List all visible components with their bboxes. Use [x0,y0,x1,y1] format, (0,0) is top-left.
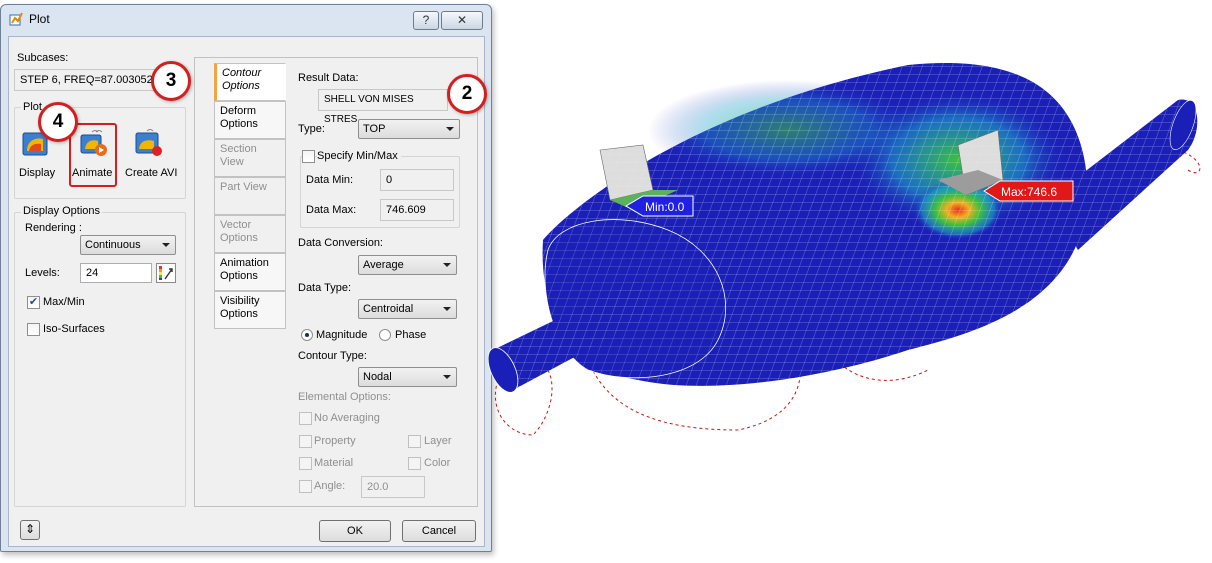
type-dropdown-value: TOP [363,123,386,135]
type-label: Type: [298,123,325,135]
magnitude-label: Magnitude [316,329,368,341]
material-checkbox[interactable] [299,457,312,470]
dialog-client-area: Subcases: STEP 6, FREQ=87.003052 Plot Di… [8,36,485,547]
contour-type-label: Contour Type: [298,350,367,362]
angle-checkbox[interactable] [299,480,312,493]
expand-collapse-button[interactable]: ⇕ [20,520,40,540]
display-label[interactable]: Display [19,167,55,179]
chevron-down-icon [162,243,170,247]
elemental-options-label: Elemental Options: [298,391,391,403]
data-conversion-dropdown[interactable]: Average [358,255,457,275]
material-label: Material [314,457,354,469]
data-type-label: Data Type: [298,282,351,294]
fea-model-viewport[interactable]: Min:0.0 Max:746.6 [488,50,1208,460]
callout-3: 3 [151,61,191,101]
window-title: Plot [29,12,50,26]
maxmin-checkbox[interactable]: ✔ [27,296,40,309]
angle-field: 20.0 [361,476,425,498]
muffler-body [542,63,1088,386]
levels-input[interactable]: 24 [80,263,152,283]
cancel-button[interactable]: Cancel [402,520,476,542]
plot-dialog: Plot ? ✕ Subcases: STEP 6, FREQ=87.00305… [0,4,492,552]
iso-surfaces-label: Iso-Surfaces [43,323,105,335]
plot-app-icon [9,12,23,26]
data-conversion-label: Data Conversion: [298,237,383,249]
min-label: Min:0.0 [645,200,685,214]
iso-surfaces-checkbox[interactable] [27,323,40,336]
help-button[interactable]: ? [413,11,439,30]
data-min-field: 0 [380,169,454,191]
tab-vector-options[interactable]: Vector Options [214,215,286,253]
chevron-down-icon [446,127,454,131]
no-averaging-label: No Averaging [314,412,380,424]
ok-button[interactable]: OK [319,520,391,542]
animate-icon[interactable] [78,129,108,159]
animate-label[interactable]: Animate [72,167,112,179]
callout-4: 4 [38,102,78,142]
data-max-label: Data Max: [306,204,357,216]
tab-section-view[interactable]: Section View [214,139,286,177]
tab-animation-options[interactable]: Animation Options [214,253,286,291]
display-options-group [14,212,186,507]
chevron-down-icon [443,307,451,311]
property-label: Property [314,435,356,447]
chevron-down-icon [443,263,451,267]
rendering-dropdown-value: Continuous [85,239,141,251]
layer-label: Layer [424,435,452,447]
contour-type-dropdown-value: Nodal [363,371,392,383]
max-label: Max:746.6 [1001,185,1057,199]
subcases-label: Subcases: [17,52,69,64]
display-options-label: Display Options [21,205,103,217]
result-data-field[interactable]: SHELL VON MISES STRES [318,89,448,125]
tab-visibility-options[interactable]: Visibility Options [214,291,286,329]
data-type-dropdown[interactable]: Centroidal [358,299,457,319]
color-label: Color [424,457,451,469]
tab-contour-options[interactable]: Contour Options [214,63,286,101]
callout-2: 2 [447,74,487,114]
max-marker: Max:746.6 [983,180,1074,202]
color-levels-icon[interactable] [156,263,176,283]
layer-checkbox[interactable] [408,435,421,448]
maxmin-label: Max/Min [43,296,85,308]
tab-deform-options[interactable]: Deform Options [214,101,286,139]
angle-label: Angle: [314,480,346,492]
phase-label: Phase [395,329,427,341]
contour-type-dropdown[interactable]: Nodal [358,367,457,387]
specify-minmax-checkbox[interactable] [302,150,315,163]
type-dropdown[interactable]: TOP [358,119,460,139]
phase-radio[interactable] [379,329,391,341]
create-avi-label[interactable]: Create AVI [125,167,177,179]
data-type-dropdown-value: Centroidal [363,303,414,315]
tab-part-view[interactable]: Part View [214,177,286,215]
close-button[interactable]: ✕ [441,11,483,30]
specify-minmax-label: Specify Min/Max [317,150,401,162]
chevron-down-icon [443,375,451,379]
data-max-field: 746.609 [380,199,454,221]
result-data-label: Result Data: [298,72,359,84]
data-min-label: Data Min: [306,174,354,186]
property-checkbox[interactable] [299,435,312,448]
rendering-label: Rendering : [25,222,82,234]
levels-label: Levels: [25,267,60,279]
magnitude-radio[interactable] [301,329,313,341]
data-conversion-dropdown-value: Average [363,259,404,271]
rendering-dropdown[interactable]: Continuous [80,235,176,255]
no-averaging-checkbox[interactable] [299,412,312,425]
title-bar[interactable]: Plot ? ✕ [1,5,491,33]
create-avi-icon[interactable] [133,129,163,159]
color-checkbox[interactable] [408,457,421,470]
